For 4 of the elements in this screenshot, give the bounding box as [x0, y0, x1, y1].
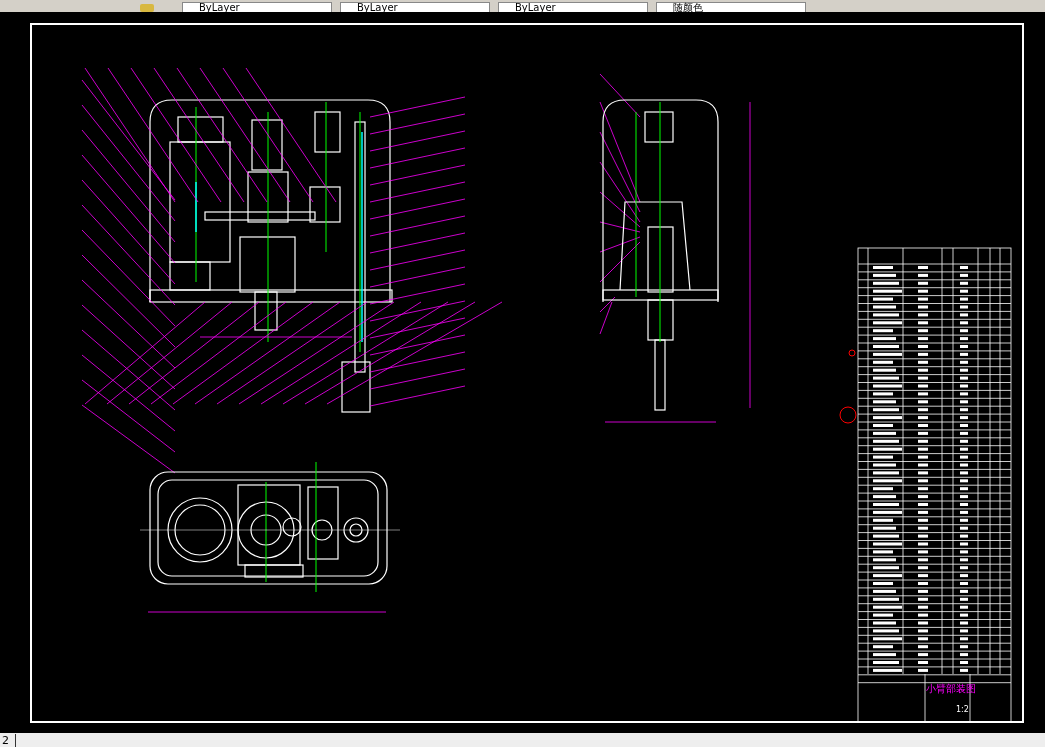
layer-icon[interactable] [140, 4, 154, 12]
layout-tab[interactable]: 2 [0, 733, 16, 747]
drawing-title: 小臂部装图 [926, 682, 976, 696]
drawing-scale: 1:2 [956, 705, 969, 714]
